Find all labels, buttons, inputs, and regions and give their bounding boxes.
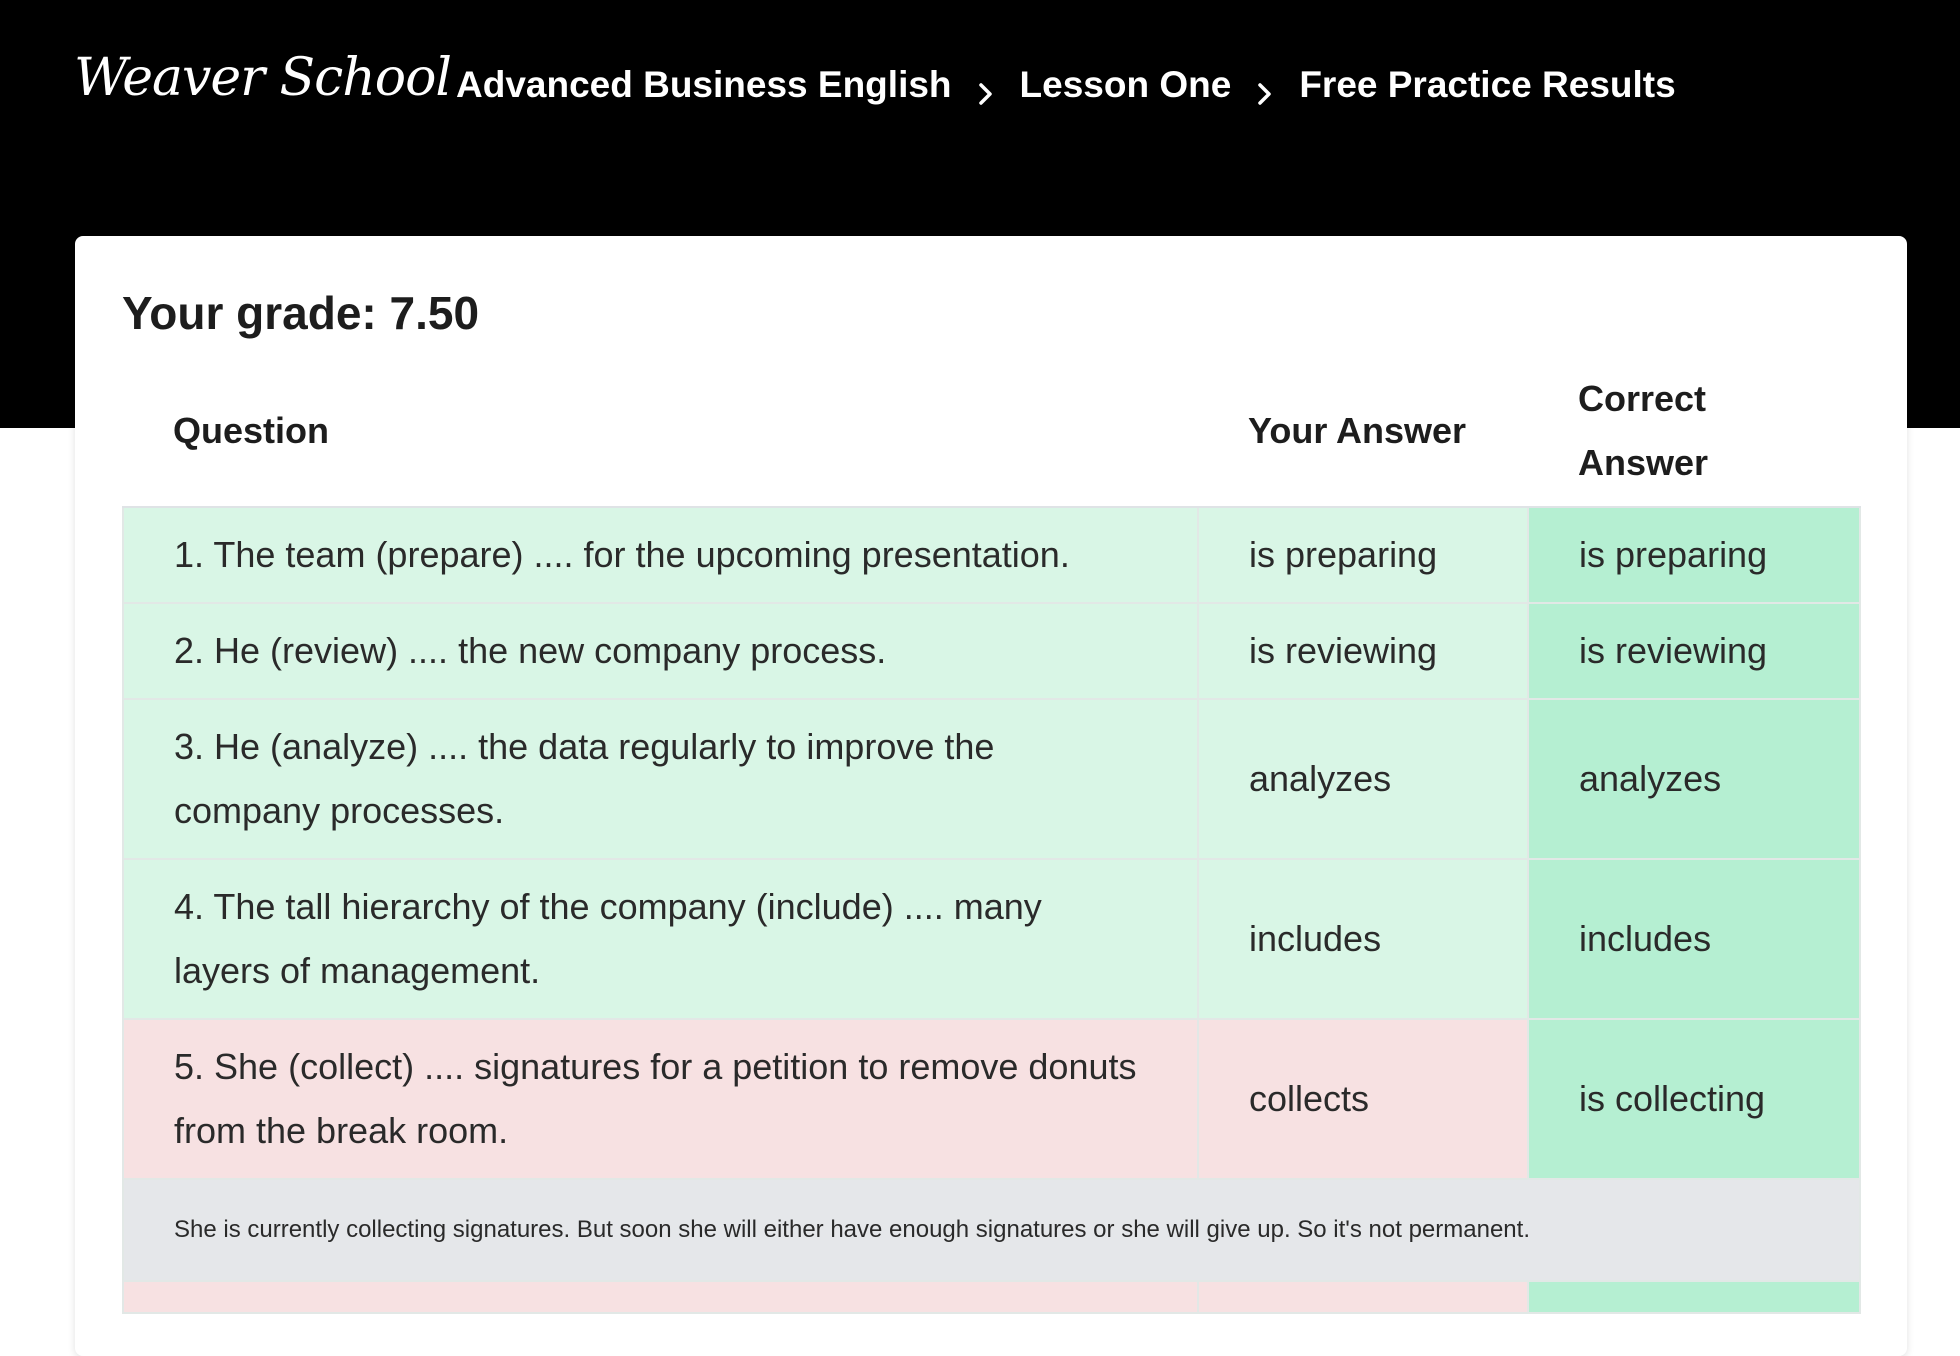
breadcrumb-lesson-link[interactable]: Lesson One bbox=[1020, 64, 1232, 106]
question-cell: 1. The team (prepare) .... for the upcom… bbox=[122, 506, 1199, 604]
explanation-row: She is currently collecting signatures. … bbox=[122, 1178, 1861, 1282]
correct-answer-cell: is collecting bbox=[1527, 1018, 1861, 1180]
your-answer-cell bbox=[1197, 1280, 1529, 1314]
results-card: Your grade: 7.50 Question Your Answer Co… bbox=[75, 236, 1907, 1356]
breadcrumb-current-page: Free Practice Results bbox=[1299, 64, 1676, 105]
your-answer-cell: collects bbox=[1197, 1018, 1529, 1180]
question-cell: 5. She (collect) .... signatures for a p… bbox=[122, 1018, 1199, 1180]
table-header-row: Question Your Answer Correct Answer bbox=[123, 356, 1860, 508]
question-cell: 3. He (analyze) .... the data regularly … bbox=[122, 698, 1199, 860]
your-answer-cell: analyzes bbox=[1197, 698, 1529, 860]
grade-heading: Your grade: 7.50 bbox=[122, 287, 480, 339]
table-row: 4. The tall hierarchy of the company (in… bbox=[122, 858, 1861, 1020]
your-answer-cell: is preparing bbox=[1197, 506, 1529, 604]
chevron-right-icon bbox=[1255, 73, 1275, 105]
question-column-header: Question bbox=[123, 356, 1198, 508]
weaver-school-logo[interactable]: Weaver School bbox=[74, 48, 452, 108]
correct-answer-cell: analyzes bbox=[1527, 698, 1861, 860]
your-answer-cell: includes bbox=[1197, 858, 1529, 1020]
correct-answer-column-header: Correct Answer bbox=[1528, 356, 1860, 508]
table-row: 1. The team (prepare) .... for the upcom… bbox=[122, 506, 1861, 604]
table-row: 3. He (analyze) .... the data regularly … bbox=[122, 698, 1861, 860]
breadcrumb-course-link[interactable]: Advanced Business English bbox=[456, 64, 952, 106]
correct-answer-header-line1: Correct bbox=[1578, 378, 1707, 419]
question-cell bbox=[122, 1280, 1199, 1314]
explanation-text: She is currently collecting signatures. … bbox=[122, 1178, 1861, 1282]
table-row: 2. He (review) .... the new company proc… bbox=[122, 602, 1861, 700]
correct-answer-cell: is preparing bbox=[1527, 506, 1861, 604]
your-answer-column-header: Your Answer bbox=[1198, 356, 1528, 508]
results-table: Question Your Answer Correct Answer 1. Th… bbox=[122, 356, 1861, 1314]
correct-answer-cell bbox=[1527, 1280, 1861, 1314]
chevron-right-icon bbox=[976, 73, 996, 105]
question-cell: 4. The tall hierarchy of the company (in… bbox=[122, 858, 1199, 1020]
table-row bbox=[122, 1280, 1861, 1314]
question-cell: 2. He (review) .... the new company proc… bbox=[122, 602, 1199, 700]
your-answer-cell: is reviewing bbox=[1197, 602, 1529, 700]
table-row: 5. She (collect) .... signatures for a p… bbox=[122, 1018, 1861, 1180]
breadcrumb: Advanced Business English Lesson One Fre… bbox=[456, 64, 1676, 106]
correct-answer-cell: includes bbox=[1527, 858, 1861, 1020]
correct-answer-cell: is reviewing bbox=[1527, 602, 1861, 700]
correct-answer-header-line2: Answer bbox=[1578, 442, 1709, 483]
